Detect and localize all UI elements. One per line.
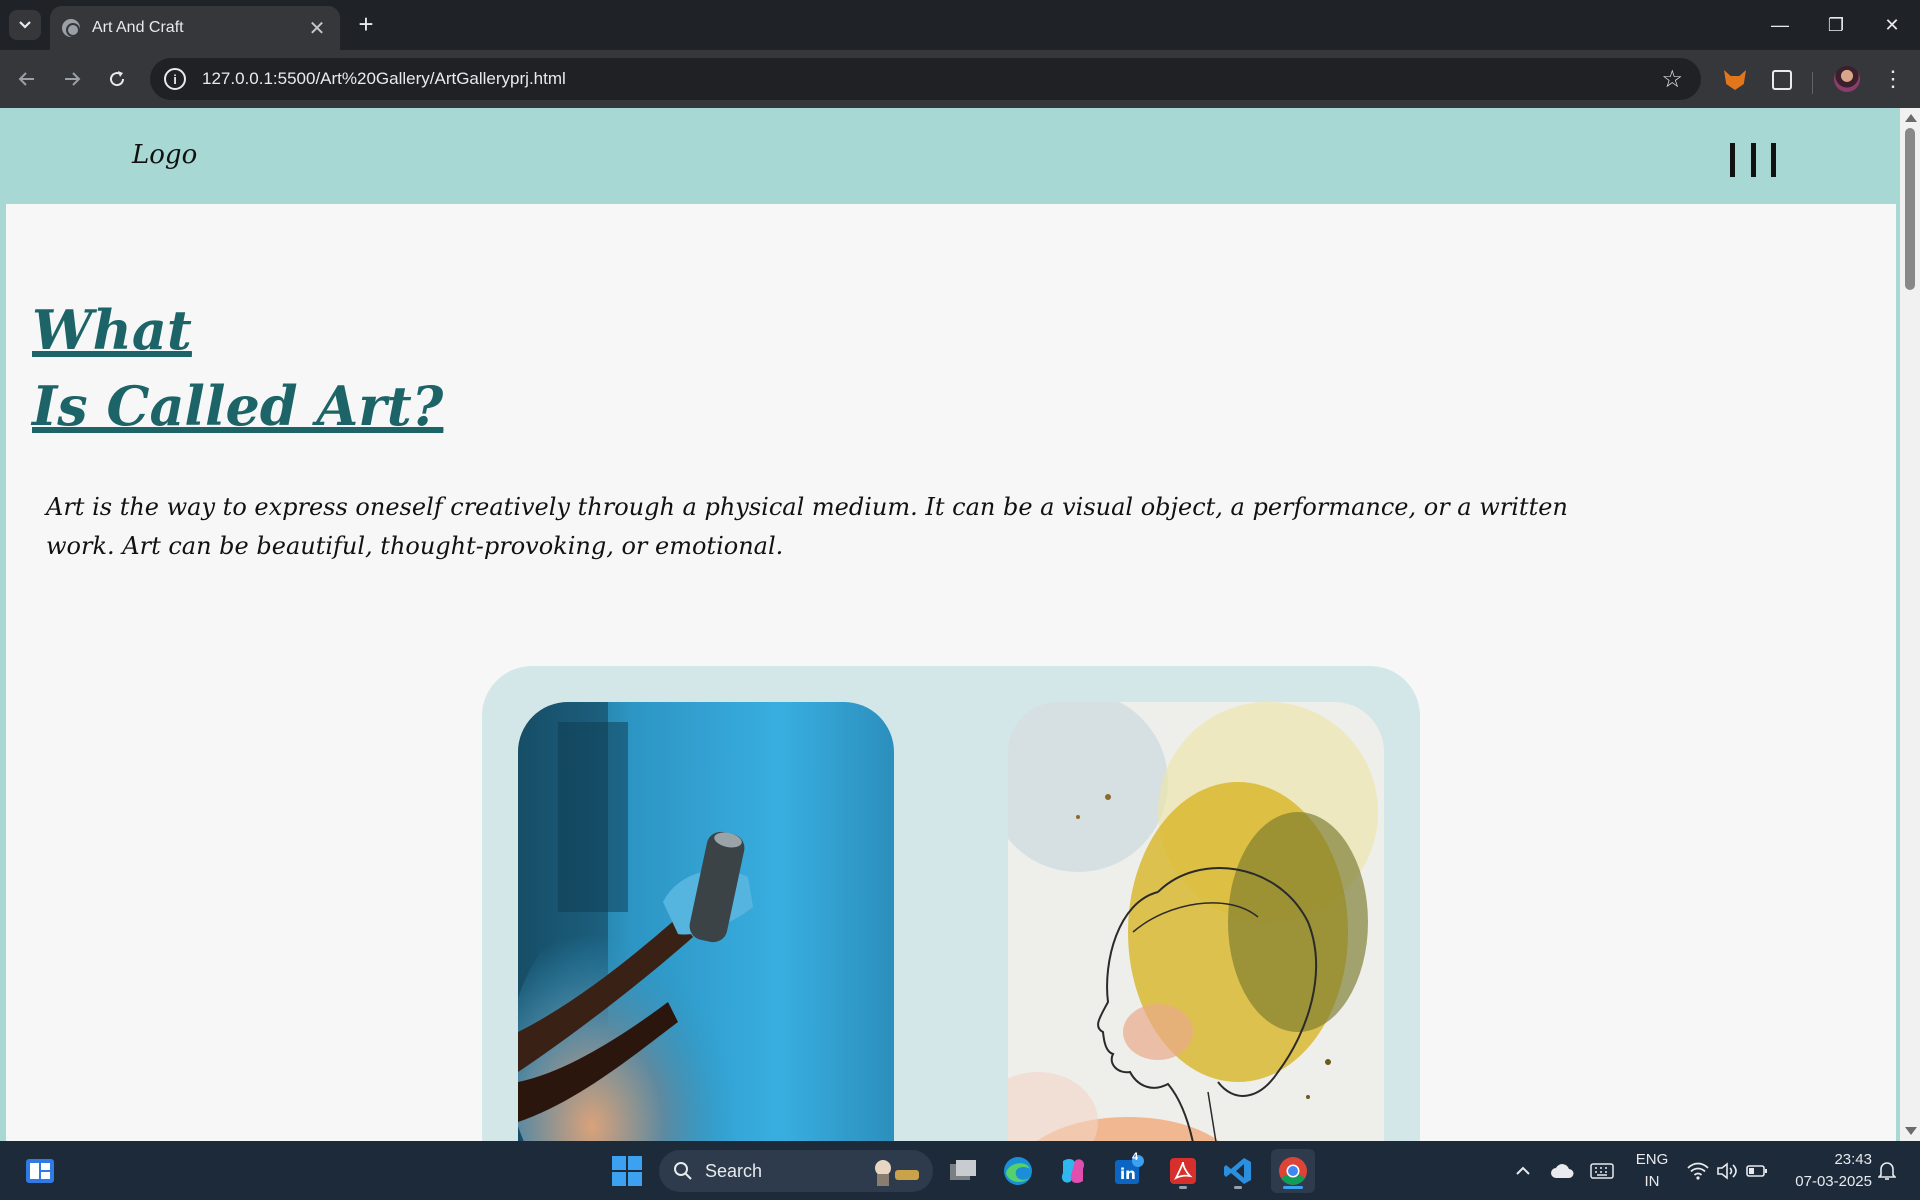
watercolor-portrait-image (1008, 702, 1384, 1141)
taskbar-search-label: Search (705, 1160, 763, 1181)
language-line-2: IN (1644, 1173, 1660, 1190)
hero-line-2: Is Called Art? (32, 374, 444, 438)
close-window-button[interactable]: ✕ (1864, 0, 1920, 50)
chrome-icon[interactable] (1271, 1149, 1315, 1193)
globe-icon (62, 19, 80, 37)
svg-text:in: in (1120, 1165, 1136, 1183)
chevron-down-icon (19, 21, 31, 29)
site-info-icon[interactable]: i (164, 68, 186, 90)
restore-button[interactable]: ❐ (1808, 0, 1864, 50)
show-hidden-icons-chevron-icon[interactable] (1510, 1141, 1536, 1200)
back-button[interactable] (12, 64, 42, 94)
windows-taskbar: Search in 4 ENG IN 23:43 07-03-2025 (0, 1141, 1920, 1200)
intro-paragraph: Art is the way to express oneself creati… (46, 493, 1568, 560)
page-viewport: Logo What Is Called Art? Art is the way … (0, 108, 1920, 1141)
scroll-down-icon[interactable] (1905, 1127, 1917, 1135)
search-highlight-illustration-icon (875, 1160, 919, 1186)
search-icon (674, 1162, 692, 1180)
arrow-left-icon (18, 72, 34, 86)
widgets-icon[interactable] (18, 1149, 62, 1193)
browser-titlebar: Art And Craft ✕ + — ❐ ✕ (0, 0, 1920, 50)
page-body: Logo What Is Called Art? Art is the way … (6, 114, 1896, 1141)
tab-title: Art And Craft (92, 19, 184, 36)
toolbar-divider (1812, 72, 1813, 94)
acrobat-icon[interactable] (1161, 1149, 1205, 1193)
minimize-button[interactable]: — (1752, 0, 1808, 50)
metamask-extension-icon[interactable] (1721, 66, 1749, 94)
reload-button[interactable] (102, 64, 132, 94)
browser-menu-icon[interactable]: ⋮ (1882, 66, 1904, 92)
site-logo[interactable]: Logo (132, 140, 197, 170)
edge-browser-icon[interactable] (996, 1149, 1040, 1193)
hamburger-menu-icon[interactable] (1730, 143, 1776, 177)
bookmark-star-icon[interactable]: ☆ (1661, 65, 1683, 94)
graffiti-artwork-image (518, 702, 894, 1141)
clock-time: 23:43 (1834, 1151, 1872, 1168)
copilot-icon[interactable] (1051, 1149, 1095, 1193)
start-windows-icon[interactable] (605, 1149, 649, 1193)
extensions-puzzle-icon[interactable] (1768, 66, 1796, 94)
language-indicator[interactable]: ENG IN (1632, 1149, 1672, 1193)
browser-toolbar: i 127.0.0.1:5500/Art%20Gallery/ArtGaller… (0, 50, 1920, 108)
keyboard-icon[interactable] (1588, 1141, 1616, 1200)
hero-line-1: What (32, 298, 192, 362)
linkedin-badge: 4 (1132, 1151, 1139, 1163)
reload-icon (110, 71, 125, 87)
volume-icon[interactable] (1714, 1141, 1740, 1200)
linkedin-icon[interactable]: in 4 (1106, 1149, 1150, 1193)
tab-search-button[interactable] (9, 10, 41, 40)
profile-avatar[interactable] (1834, 66, 1860, 92)
onedrive-cloud-icon[interactable] (1548, 1141, 1576, 1200)
close-tab-icon[interactable]: ✕ (306, 16, 328, 41)
forward-button[interactable] (57, 64, 87, 94)
battery-icon[interactable] (1744, 1141, 1770, 1200)
scrollbar-thumb[interactable] (1905, 128, 1915, 290)
vscode-icon[interactable] (1216, 1149, 1260, 1193)
window-controls: — ❐ ✕ (1752, 0, 1920, 50)
taskbar-search-box[interactable]: Search (659, 1150, 933, 1192)
language-line-1: ENG (1635, 1151, 1669, 1168)
task-view-icon[interactable] (941, 1149, 985, 1193)
url-text[interactable]: 127.0.0.1:5500/Art%20Gallery/ArtGalleryp… (202, 69, 1661, 89)
gallery-panel (482, 666, 1420, 1141)
hero-heading: What Is Called Art? (32, 292, 443, 444)
arrow-right-icon (65, 72, 81, 86)
system-clock[interactable]: 23:43 07-03-2025 (1782, 1149, 1872, 1193)
clock-date: 07-03-2025 (1795, 1173, 1872, 1190)
wifi-icon[interactable] (1684, 1141, 1712, 1200)
address-bar[interactable]: i 127.0.0.1:5500/Art%20Gallery/ArtGaller… (150, 58, 1701, 100)
browser-tab-active[interactable]: Art And Craft ✕ (50, 6, 340, 50)
site-header: Logo (6, 114, 1896, 204)
new-tab-button[interactable]: + (352, 11, 380, 39)
page-scrollbar[interactable] (1900, 108, 1920, 1141)
notification-bell-icon[interactable] (1874, 1141, 1900, 1200)
scroll-up-icon[interactable] (1905, 114, 1917, 122)
